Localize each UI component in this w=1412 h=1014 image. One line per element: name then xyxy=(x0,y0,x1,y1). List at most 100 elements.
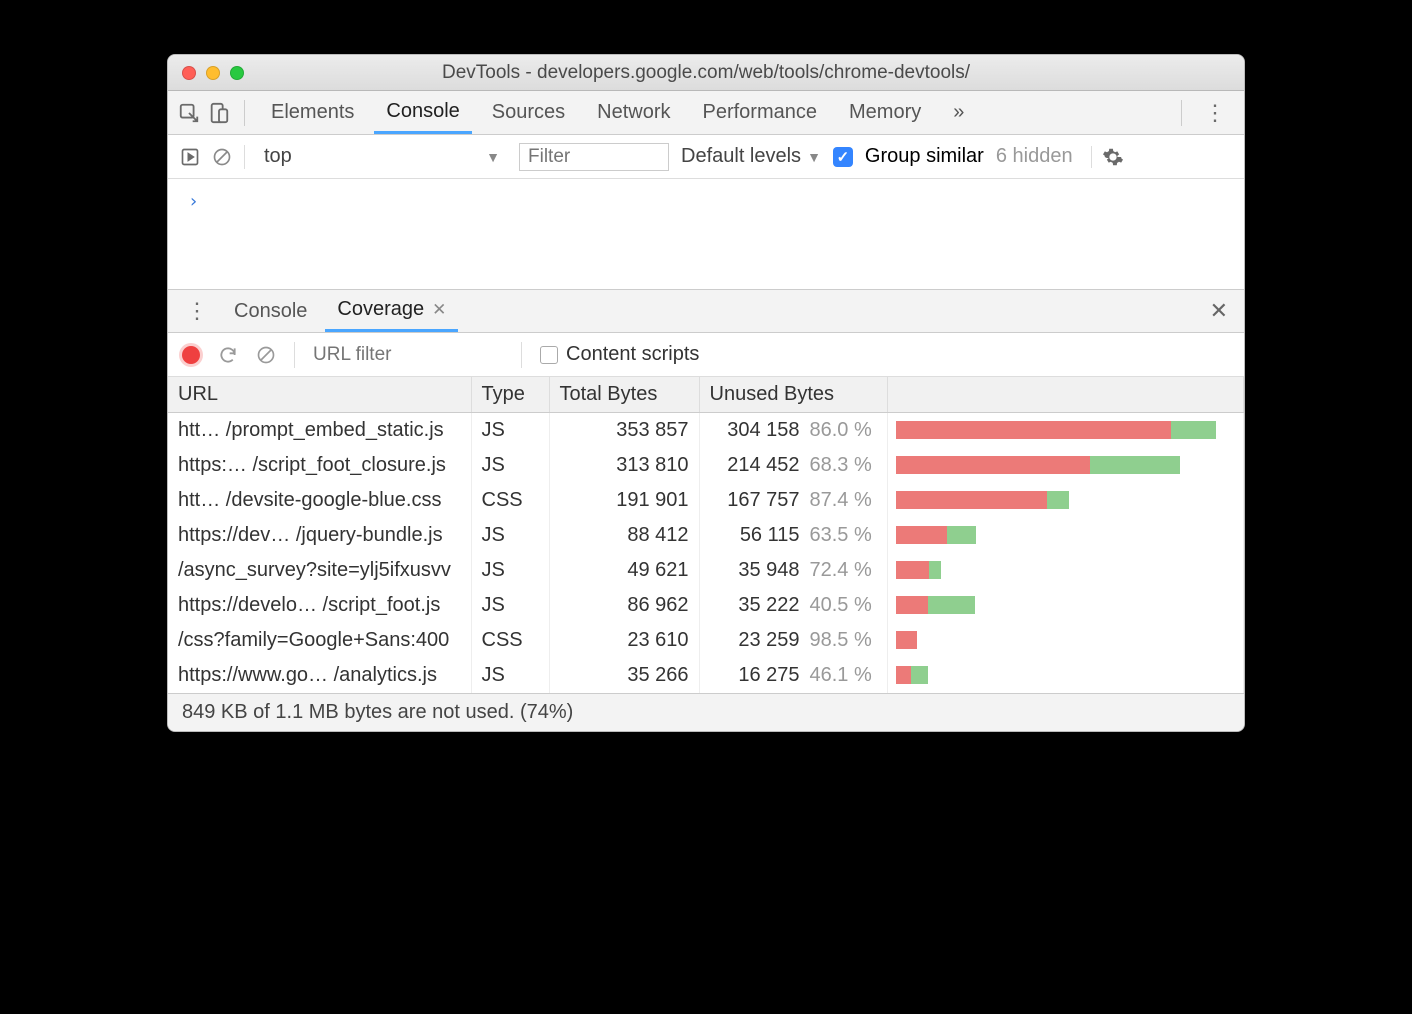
console-settings-icon[interactable] xyxy=(1091,146,1124,168)
checkbox-icon[interactable] xyxy=(540,346,558,364)
tab-sources[interactable]: Sources xyxy=(480,91,577,134)
context-selector[interactable]: top ▼ xyxy=(257,142,507,171)
col-url[interactable]: URL xyxy=(168,377,471,413)
used-bar xyxy=(947,526,976,544)
tab-console[interactable]: Console xyxy=(374,91,471,134)
coverage-bar xyxy=(896,456,1232,474)
window-title: DevTools - developers.google.com/web/too… xyxy=(168,62,1244,84)
log-levels-selector[interactable]: Default levels ▼ xyxy=(681,145,821,168)
console-prompt: › xyxy=(188,191,199,212)
execution-icon[interactable] xyxy=(180,147,200,167)
table-row[interactable]: /async_survey?site=ylj5ifxusvvJS49 62135… xyxy=(168,553,1244,588)
coverage-bar xyxy=(896,421,1232,439)
group-similar-checkbox[interactable]: ✓ xyxy=(833,147,853,167)
unused-bar xyxy=(896,421,1171,439)
inspect-element-icon[interactable] xyxy=(178,102,200,124)
cell-bar xyxy=(887,413,1244,448)
chevron-down-icon: ▼ xyxy=(807,149,821,165)
content-scripts-toggle[interactable]: Content scripts xyxy=(540,343,699,366)
unused-bar xyxy=(896,456,1090,474)
table-row[interactable]: https://www.go… /analytics.jsJS35 26616 … xyxy=(168,658,1244,693)
table-row[interactable]: https://develo… /script_foot.jsJS86 9623… xyxy=(168,588,1244,623)
cell-url: https:… /script_foot_closure.js xyxy=(168,448,471,483)
cell-unused: 56 11563.5 % xyxy=(699,518,887,553)
cell-type: JS xyxy=(471,448,549,483)
drawer-more-icon[interactable]: ⋮ xyxy=(178,298,216,324)
content-scripts-label: Content scripts xyxy=(566,343,699,366)
col-bar xyxy=(887,377,1244,413)
table-row[interactable]: /css?family=Google+Sans:400CSS23 61023 2… xyxy=(168,623,1244,658)
console-toolbar: top ▼ Default levels ▼ ✓ Group similar 6… xyxy=(168,135,1244,179)
drawer-tab-console[interactable]: Console xyxy=(222,290,319,332)
divider xyxy=(244,100,245,126)
coverage-table: URL Type Total Bytes Unused Bytes htt… /… xyxy=(168,377,1244,693)
coverage-bar xyxy=(896,666,1232,684)
table-row[interactable]: https://dev… /jquery-bundle.jsJS88 41256… xyxy=(168,518,1244,553)
coverage-bar xyxy=(896,631,1232,649)
col-unused[interactable]: Unused Bytes xyxy=(699,377,887,413)
col-type[interactable]: Type xyxy=(471,377,549,413)
cell-url: htt… /prompt_embed_static.js xyxy=(168,413,471,448)
coverage-toolbar: Content scripts xyxy=(168,333,1244,377)
cell-unused: 16 27546.1 % xyxy=(699,658,887,693)
cell-bar xyxy=(887,553,1244,588)
hidden-count[interactable]: 6 hidden xyxy=(996,145,1073,168)
coverage-bar xyxy=(896,561,1232,579)
zoom-window-icon[interactable] xyxy=(230,66,244,80)
tab-performance[interactable]: Performance xyxy=(691,91,830,134)
minimize-window-icon[interactable] xyxy=(206,66,220,80)
table-row[interactable]: https:… /script_foot_closure.jsJS313 810… xyxy=(168,448,1244,483)
divider xyxy=(521,342,522,368)
close-tab-icon[interactable]: ✕ xyxy=(432,300,446,320)
clear-console-icon[interactable] xyxy=(212,147,232,167)
tab-network[interactable]: Network xyxy=(585,91,682,134)
console-output[interactable]: › xyxy=(168,179,1244,289)
reload-icon[interactable] xyxy=(218,345,238,365)
clear-coverage-icon[interactable] xyxy=(256,345,276,365)
cell-url: htt… /devsite-google-blue.css xyxy=(168,483,471,518)
cell-bar xyxy=(887,588,1244,623)
console-filter-input[interactable] xyxy=(519,143,669,171)
close-drawer-icon[interactable]: ✕ xyxy=(1204,298,1234,324)
divider xyxy=(1181,100,1182,126)
panel-tabs: Elements Console Sources Network Perform… xyxy=(168,91,1244,135)
cell-unused: 35 22240.5 % xyxy=(699,588,887,623)
cell-total: 191 901 xyxy=(549,483,699,518)
device-toggle-icon[interactable] xyxy=(208,102,230,124)
cell-bar xyxy=(887,448,1244,483)
col-total[interactable]: Total Bytes xyxy=(549,377,699,413)
record-icon[interactable] xyxy=(182,346,200,364)
tab-overflow[interactable]: » xyxy=(941,91,976,134)
unused-bar xyxy=(896,631,917,649)
used-bar xyxy=(929,561,941,579)
cell-url: /css?family=Google+Sans:400 xyxy=(168,623,471,658)
divider xyxy=(294,342,295,368)
cell-url: https://www.go… /analytics.js xyxy=(168,658,471,693)
tab-elements[interactable]: Elements xyxy=(259,91,366,134)
footer-text: 849 KB of 1.1 MB bytes are not used. (74… xyxy=(182,701,573,724)
cell-total: 86 962 xyxy=(549,588,699,623)
levels-label: Default levels xyxy=(681,145,801,168)
unused-bar xyxy=(896,596,928,614)
cell-total: 23 610 xyxy=(549,623,699,658)
coverage-bar xyxy=(896,491,1232,509)
table-row[interactable]: htt… /devsite-google-blue.cssCSS191 9011… xyxy=(168,483,1244,518)
used-bar xyxy=(1090,456,1180,474)
tab-memory[interactable]: Memory xyxy=(837,91,933,134)
url-filter-input[interactable] xyxy=(313,344,503,366)
drawer-tab-coverage[interactable]: Coverage ✕ xyxy=(325,290,458,332)
cell-total: 353 857 xyxy=(549,413,699,448)
cell-total: 88 412 xyxy=(549,518,699,553)
cell-unused: 35 94872.4 % xyxy=(699,553,887,588)
more-options-icon[interactable]: ⋮ xyxy=(1196,100,1234,126)
unused-bar xyxy=(896,666,911,684)
cell-url: /async_survey?site=ylj5ifxusvv xyxy=(168,553,471,588)
cell-bar xyxy=(887,483,1244,518)
cell-type: JS xyxy=(471,553,549,588)
unused-bar xyxy=(896,491,1047,509)
cell-total: 313 810 xyxy=(549,448,699,483)
close-window-icon[interactable] xyxy=(182,66,196,80)
cell-type: JS xyxy=(471,588,549,623)
cell-type: JS xyxy=(471,658,549,693)
table-row[interactable]: htt… /prompt_embed_static.jsJS353 857304… xyxy=(168,413,1244,448)
